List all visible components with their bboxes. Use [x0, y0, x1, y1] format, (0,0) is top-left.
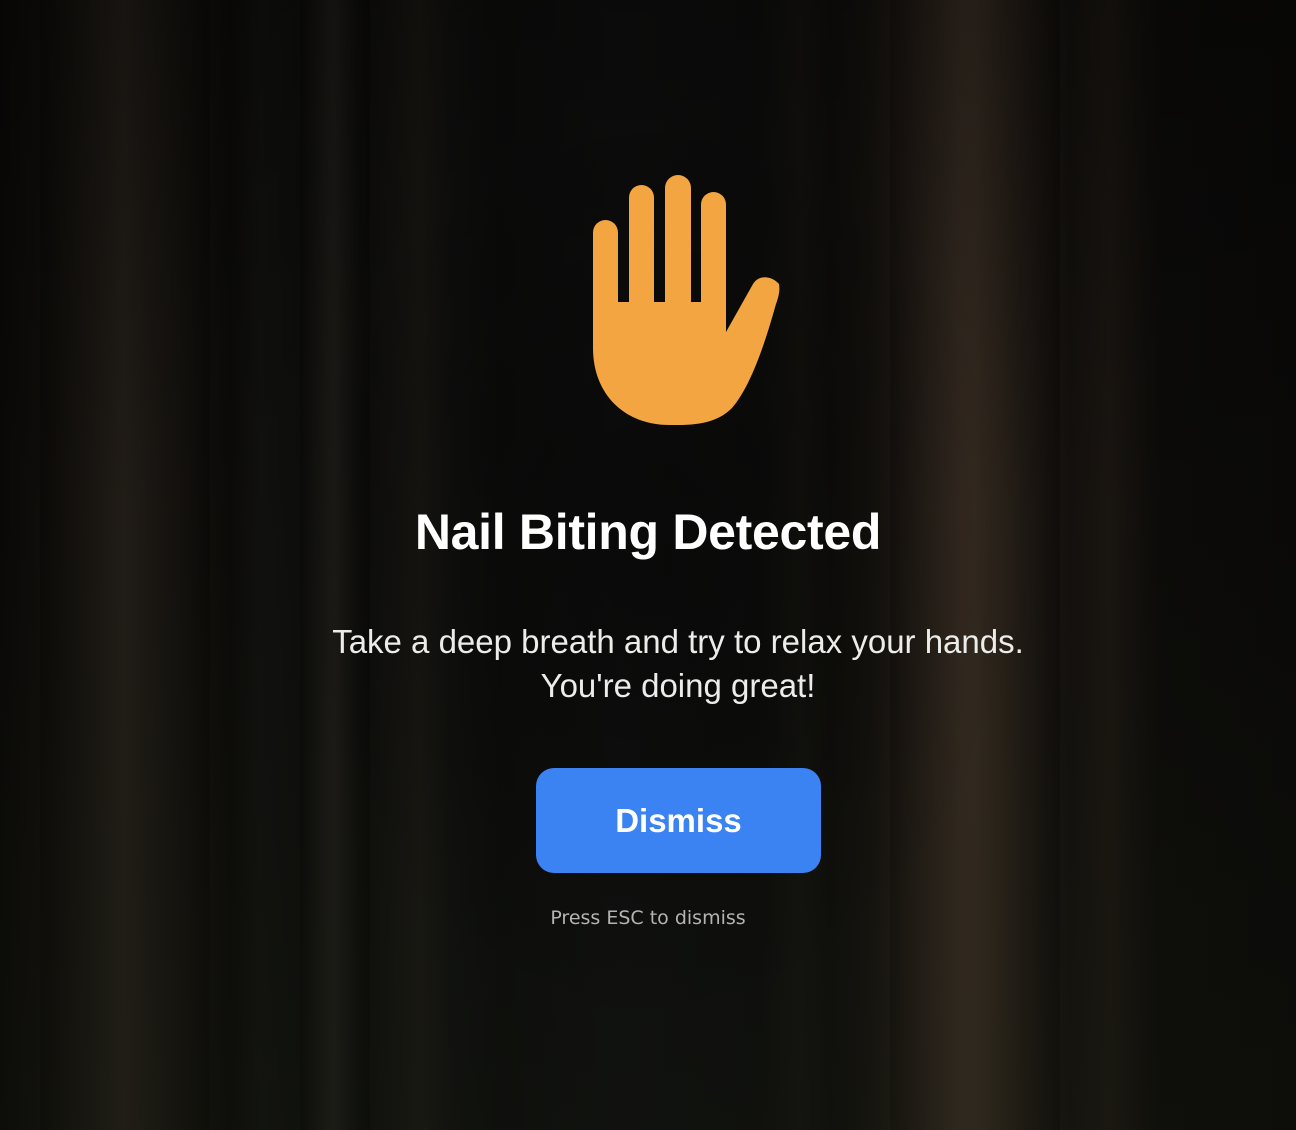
- raised-hand-icon: [593, 175, 780, 425]
- alert-content: Nail Biting Detected Take a deep breath …: [0, 0, 1296, 1130]
- alert-message: Take a deep breath and try to relax your…: [248, 620, 1108, 708]
- alert-title: Nail Biting Detected: [414, 504, 882, 560]
- alert-message-line: You're doing great!: [540, 667, 816, 704]
- esc-hint: Press ESC to dismiss: [550, 907, 746, 929]
- alert-overlay: Nail Biting Detected Take a deep breath …: [0, 0, 1296, 1130]
- dismiss-button[interactable]: Dismiss: [536, 768, 821, 873]
- alert-message-line: Take a deep breath and try to relax your…: [332, 623, 1024, 660]
